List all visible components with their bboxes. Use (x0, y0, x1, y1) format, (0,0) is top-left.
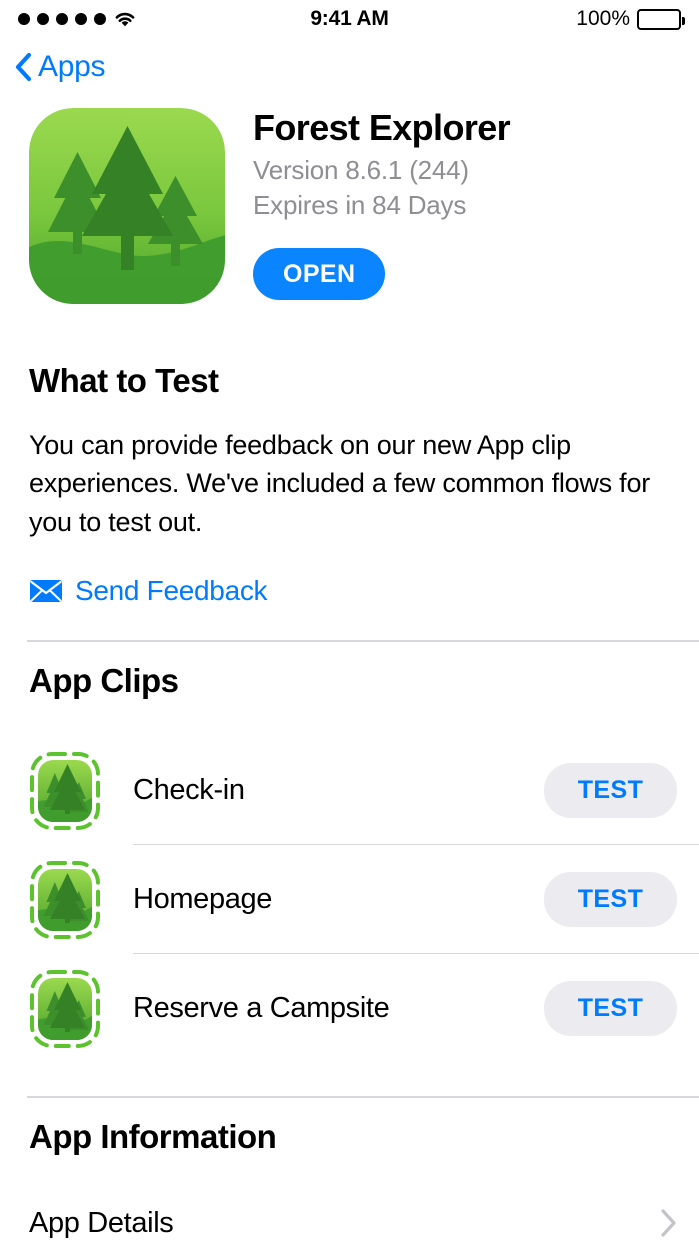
forest-explorer-app-icon (29, 108, 225, 304)
app-clip-label: Check-in (133, 774, 245, 806)
section-divider (27, 640, 699, 642)
app-information-section: App Information App Details (0, 1096, 699, 1242)
navigation-bar: Apps (0, 38, 699, 96)
status-bar-right: 100% (576, 7, 685, 31)
wifi-icon (113, 10, 137, 28)
app-clip-label: Reserve a Campsite (133, 992, 390, 1024)
what-to-test-title: What to Test (29, 362, 219, 399)
list-item[interactable]: Homepage TEST (0, 845, 699, 954)
open-button[interactable]: OPEN (253, 248, 386, 301)
list-item[interactable]: Check-in TEST (0, 736, 699, 845)
app-clip-label: Homepage (133, 883, 273, 915)
section-divider (27, 1096, 699, 1098)
envelope-icon (29, 579, 63, 603)
app-clip-icon (25, 751, 105, 831)
status-bar: 9:41 AM 100% (0, 0, 699, 38)
chevron-left-icon (14, 52, 32, 82)
what-to-test-body: You can provide feedback on our new App … (29, 430, 650, 537)
test-button[interactable]: TEST (544, 872, 677, 927)
what-to-test-section: What to Test You can provide feedback on… (0, 362, 699, 607)
send-feedback-link[interactable]: Send Feedback (0, 575, 699, 607)
test-button[interactable]: TEST (544, 981, 677, 1036)
app-details-label: App Details (29, 1206, 174, 1239)
app-meta: Forest Explorer Version 8.6.1 (244) Expi… (253, 107, 679, 301)
status-bar-left (18, 10, 137, 28)
back-button[interactable]: Apps (14, 50, 105, 84)
app-information-title: App Information (29, 1118, 277, 1155)
app-clips-section: App Clips Check-in TEST Homepage TEST Re… (0, 640, 699, 1063)
back-button-label: Apps (38, 50, 106, 83)
send-feedback-label: Send Feedback (75, 574, 268, 606)
app-expiry-label: Expires in 84 Days (253, 189, 467, 220)
battery-full-icon (637, 8, 685, 30)
app-clips-title: App Clips (29, 662, 179, 699)
testflight-app-detail-screen: 9:41 AM 100% Apps Forest Explorer Versio… (0, 0, 699, 1242)
app-clip-icon (25, 969, 105, 1049)
signal-strength-dots (18, 13, 106, 25)
app-version-label: Version 8.6.1 (244) (253, 155, 469, 186)
app-clips-list: Check-in TEST Homepage TEST Reserve a Ca… (0, 736, 699, 1063)
app-title: Forest Explorer (253, 107, 511, 148)
app-details-row[interactable]: App Details (0, 1188, 699, 1242)
list-item[interactable]: Reserve a Campsite TEST (0, 954, 699, 1063)
test-button[interactable]: TEST (544, 763, 677, 818)
chevron-right-icon (660, 1208, 677, 1238)
app-clip-icon (25, 860, 105, 940)
battery-percent-label: 100% (576, 7, 630, 30)
